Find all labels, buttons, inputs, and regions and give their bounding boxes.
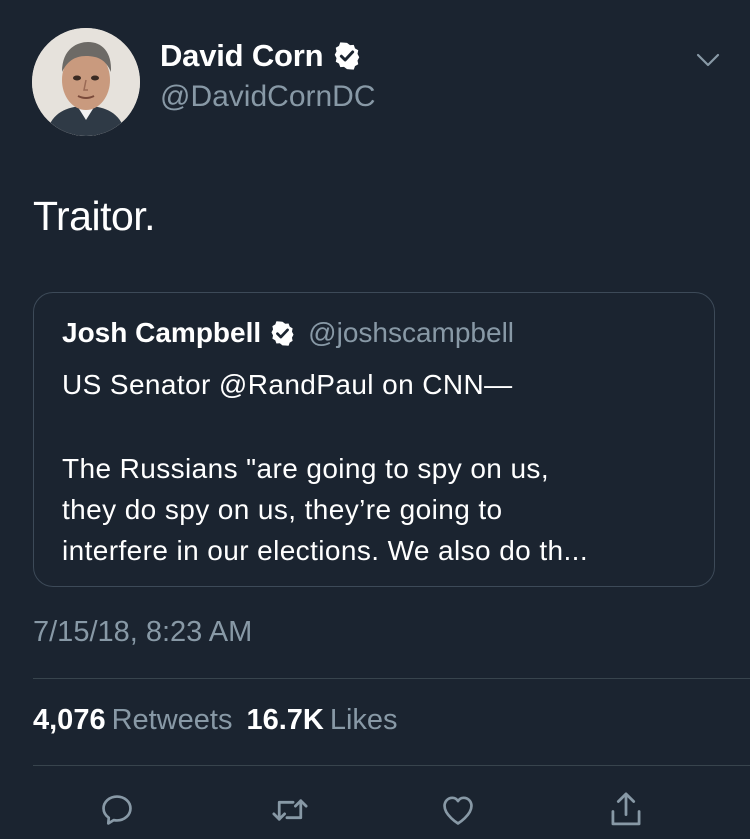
quoted-tweet-line: US Senator @RandPaul on CNN— (62, 369, 513, 400)
divider (33, 678, 750, 679)
retweets-count: 4,076 (33, 704, 106, 736)
quoted-tweet-line: they do spy on us, they’re going to (62, 494, 503, 525)
likes-count: 16.7K (246, 704, 324, 736)
quoted-author-handle: @joshscampbell (308, 317, 515, 348)
verified-badge-icon (271, 320, 294, 346)
author-handle[interactable]: @DavidCornDC (160, 80, 376, 114)
quoted-tweet-line: interfere in our elections. We also do t… (62, 535, 589, 566)
author-display-name[interactable]: David Corn (160, 38, 324, 74)
retweets-stat[interactable]: 4,076 Retweets (33, 704, 232, 736)
quoted-tweet-card[interactable]: Josh Campbell @joshscampbell US Senator … (33, 292, 715, 587)
reply-button[interactable] (97, 790, 137, 830)
quoted-author-name: Josh Campbell (62, 317, 262, 348)
author-name-row: David Corn (160, 38, 362, 74)
share-icon (611, 792, 641, 826)
likes-stat[interactable]: 16.7K Likes (246, 704, 397, 736)
quoted-tweet-line: The Russians "are going to spy on us, (62, 453, 549, 484)
tweet-timestamp: 7/15/18, 8:23 AM (33, 616, 253, 648)
share-button[interactable] (606, 790, 646, 830)
retweet-icon (272, 799, 308, 821)
retweet-button[interactable] (270, 790, 310, 830)
avatar[interactable] (32, 28, 140, 136)
chevron-down-icon[interactable] (696, 52, 720, 68)
like-icon (443, 796, 473, 825)
retweets-label: Retweets (111, 704, 233, 736)
like-button[interactable] (438, 790, 478, 830)
tweet-stats: 4,076 Retweets 16.7K Likes (33, 704, 398, 737)
divider (33, 765, 750, 766)
quoted-tweet-header: Josh Campbell @joshscampbell (62, 317, 514, 349)
verified-badge-icon (335, 42, 360, 70)
tweet-text: Traitor. (33, 193, 156, 239)
reply-icon (102, 795, 132, 825)
likes-label: Likes (329, 704, 398, 736)
